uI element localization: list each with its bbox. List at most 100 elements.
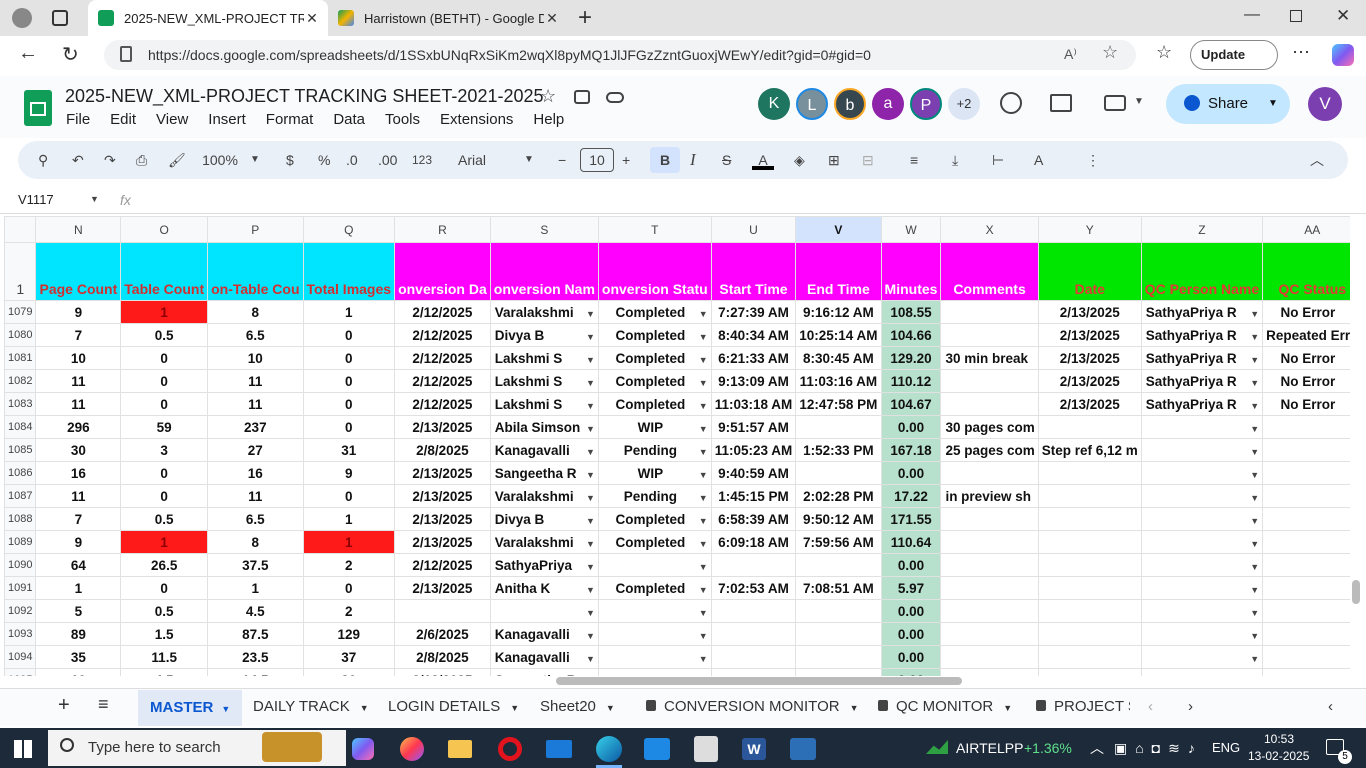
table-cell[interactable]: ▼Repeated Erro xyxy=(1262,323,1350,347)
dropdown-chevron-icon[interactable]: ▼ xyxy=(586,631,595,641)
table-cell[interactable]: 19 xyxy=(35,668,122,676)
menu-help[interactable]: Help xyxy=(533,111,564,128)
table-cell[interactable]: 0.00 xyxy=(880,599,942,623)
table-cell[interactable] xyxy=(795,622,882,646)
table-cell[interactable]: ▼ SathyaPriya R xyxy=(1140,369,1264,393)
dropdown-chevron-icon[interactable]: ▼ xyxy=(699,401,708,411)
column-letter-o[interactable]: O xyxy=(120,216,209,243)
update-button[interactable]: Update xyxy=(1190,40,1278,70)
table-cell[interactable]: 1 xyxy=(302,530,396,554)
table-cell[interactable]: 9 xyxy=(35,530,122,554)
table-cell[interactable] xyxy=(795,461,882,485)
table-cell[interactable]: 0 xyxy=(302,392,396,416)
dropdown-chevron-icon[interactable]: ▼ xyxy=(1250,401,1259,411)
table-cell[interactable] xyxy=(795,553,882,577)
share-dropdown-icon[interactable]: ▼ xyxy=(1268,98,1278,109)
column-letter-n[interactable]: N xyxy=(35,216,122,243)
column-header-cell[interactable]: QC Status xyxy=(1262,242,1350,301)
text-wrap-icon[interactable]: ⊢ xyxy=(992,150,1004,170)
table-cell[interactable]: 6:58:39 AM xyxy=(710,507,797,531)
table-cell[interactable]: 0.00 xyxy=(880,461,942,485)
close-window-icon[interactable]: ✕ xyxy=(1336,6,1350,26)
table-cell[interactable]: ▼ xyxy=(1262,668,1350,676)
dropdown-chevron-icon[interactable]: ▼ xyxy=(1250,332,1259,342)
table-cell[interactable]: 0 xyxy=(302,415,396,439)
sheet-tab-qc-monitor[interactable]: QC MONITOR ▼ xyxy=(878,698,1012,715)
avatar[interactable]: b xyxy=(834,88,866,120)
table-cell[interactable]: ▼No Error xyxy=(1262,300,1350,324)
table-cell[interactable]: ▼No Error xyxy=(1262,392,1350,416)
favorites-icon[interactable]: ☆ xyxy=(1156,42,1172,63)
table-cell[interactable]: ▼ xyxy=(597,668,712,676)
star-icon[interactable]: ☆ xyxy=(540,86,556,107)
table-cell[interactable]: 2/12/2025 xyxy=(394,323,491,347)
font-size-increase-icon[interactable]: + xyxy=(622,150,630,170)
tab-actions-icon[interactable] xyxy=(52,10,68,26)
strikethrough-icon[interactable]: S xyxy=(722,150,731,170)
table-cell[interactable]: 1 xyxy=(120,300,209,324)
table-cell[interactable]: 171.55 xyxy=(880,507,942,531)
table-cell[interactable]: ▼No Error xyxy=(1262,369,1350,393)
tray-icons[interactable]: ▣⌂◘≋♪ xyxy=(1114,740,1203,757)
table-cell[interactable] xyxy=(940,323,1039,347)
table-cell[interactable]: 9:51:57 AM xyxy=(710,415,797,439)
column-letter-u[interactable]: U xyxy=(710,216,797,243)
table-cell[interactable]: 110.64 xyxy=(880,530,942,554)
dropdown-chevron-icon[interactable]: ▼ xyxy=(586,493,595,503)
table-cell[interactable]: 129 xyxy=(302,622,396,646)
table-cell[interactable]: ▼ xyxy=(1140,599,1264,623)
dropdown-chevron-icon[interactable]: ▼ xyxy=(1250,424,1259,434)
close-tab-icon[interactable]: ✕ xyxy=(544,10,560,27)
dropdown-chevron-icon[interactable]: ▼ xyxy=(699,654,708,664)
app-icon[interactable] xyxy=(644,738,670,760)
table-cell[interactable]: 0 xyxy=(302,346,396,370)
avatar[interactable]: L xyxy=(796,88,828,120)
column-header-cell[interactable]: Page Count xyxy=(35,242,122,301)
table-cell[interactable]: 0 xyxy=(302,323,396,347)
restore-icon[interactable] xyxy=(1290,10,1302,22)
table-cell[interactable]: 2:02:28 PM xyxy=(795,484,882,508)
table-cell[interactable]: ▼ xyxy=(1140,438,1264,462)
paint-format-icon[interactable]: 🖌 xyxy=(168,150,186,170)
table-cell[interactable]: ▼ Divya B xyxy=(489,323,599,347)
table-cell[interactable]: 11 xyxy=(207,392,304,416)
dropdown-chevron-icon[interactable]: ▼ xyxy=(1250,516,1259,526)
table-cell[interactable]: ▼ xyxy=(597,599,712,623)
menu-tools[interactable]: Tools xyxy=(385,111,420,128)
table-cell[interactable]: 10 xyxy=(35,346,122,370)
borders-icon[interactable]: ⊞ xyxy=(828,150,840,170)
site-info-icon[interactable] xyxy=(120,46,132,62)
table-cell[interactable]: ▼ xyxy=(1140,415,1264,439)
table-cell[interactable]: 5.97 xyxy=(880,576,942,600)
table-cell[interactable]: 0.00 xyxy=(880,622,942,646)
table-cell[interactable] xyxy=(795,668,882,676)
table-cell[interactable]: 27 xyxy=(207,438,304,462)
table-cell[interactable] xyxy=(940,668,1039,676)
table-cell[interactable]: ▼ Varalakshmi xyxy=(489,300,599,324)
copilot-taskbar-icon[interactable] xyxy=(352,738,374,760)
table-cell[interactable]: ▼ Varalakshmi xyxy=(489,484,599,508)
row-number[interactable]: 1080 xyxy=(4,323,37,347)
opera-icon[interactable] xyxy=(498,737,522,761)
search-menus-icon[interactable]: ⚲ xyxy=(38,150,48,170)
dropdown-chevron-icon[interactable]: ▼ xyxy=(699,539,708,549)
table-cell[interactable]: 64 xyxy=(35,553,122,577)
dropdown-chevron-icon[interactable]: ▼ xyxy=(586,470,595,480)
table-cell[interactable] xyxy=(710,599,797,623)
table-cell[interactable]: 0.00 xyxy=(880,553,942,577)
table-cell[interactable]: 9:40:59 AM xyxy=(710,461,797,485)
table-cell[interactable]: ▼ Kanagavalli xyxy=(489,645,599,669)
table-cell[interactable] xyxy=(710,668,797,676)
table-cell[interactable]: 2/13/2025 xyxy=(394,415,491,439)
table-cell[interactable]: ▼ Completed xyxy=(597,507,712,531)
table-cell[interactable]: ▼ Completed xyxy=(597,530,712,554)
table-cell[interactable]: 2/13/2025 xyxy=(1037,300,1142,324)
dropdown-chevron-icon[interactable]: ▼ xyxy=(699,378,708,388)
table-cell[interactable]: 2/13/2025 xyxy=(394,484,491,508)
row-number[interactable]: 1085 xyxy=(4,438,37,462)
table-cell[interactable]: ▼ xyxy=(1262,484,1350,508)
horizontal-scrollbar[interactable] xyxy=(556,677,962,685)
table-cell[interactable]: 30 xyxy=(302,668,396,676)
column-header-cell[interactable]: QC Person Name xyxy=(1140,242,1264,301)
table-cell[interactable]: 110.12 xyxy=(880,369,942,393)
